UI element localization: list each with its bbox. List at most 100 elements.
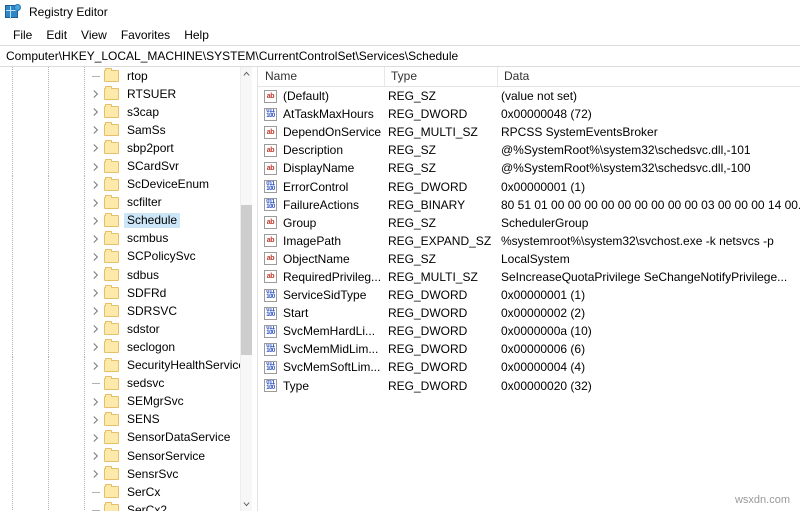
value-row[interactable]: ab Group REG_SZ SchedulerGroup <box>258 214 800 232</box>
tree-guide-line <box>84 410 85 429</box>
folder-icon <box>104 502 119 511</box>
chevron-right-icon[interactable] <box>88 85 102 103</box>
tree-guide-line <box>84 211 85 230</box>
tree-item-sbp2port[interactable]: sbp2port <box>0 139 240 158</box>
chevron-right-icon[interactable] <box>88 447 102 465</box>
chevron-right-icon[interactable] <box>88 284 102 302</box>
tree-guide-line <box>12 266 13 285</box>
tree-item-rtop[interactable]: rtop <box>0 67 240 86</box>
value-row[interactable]: 011 100 SvcMemSoftLim... REG_DWORD 0x0000000… <box>258 358 800 376</box>
chevron-right-icon[interactable] <box>88 248 102 266</box>
chevron-right-icon[interactable] <box>88 357 102 375</box>
value-row[interactable]: ab DisplayName REG_SZ @%SystemRoot%\system3… <box>258 159 800 177</box>
tree-item-rtsuer[interactable]: RTSUER <box>0 85 240 104</box>
tree-item-scardsvr[interactable]: SCardSvr <box>0 157 240 176</box>
tree-item-sercx[interactable]: SerCx <box>0 483 240 502</box>
tree-item-scmbus[interactable]: scmbus <box>0 229 240 248</box>
chevron-right-icon[interactable] <box>88 302 102 320</box>
tree-item-scdeviceenum[interactable]: ScDeviceEnum <box>0 175 240 194</box>
chevron-right-icon[interactable] <box>88 411 102 429</box>
chevron-right-icon[interactable] <box>88 176 102 194</box>
chevron-right-icon[interactable] <box>88 393 102 411</box>
chevron-right-icon[interactable] <box>88 139 102 157</box>
tree-guide-line <box>12 211 13 230</box>
tree-item-scfilter[interactable]: scfilter <box>0 193 240 212</box>
tree-item-semgrsvc[interactable]: SEMgrSvc <box>0 392 240 411</box>
scroll-up-arrow-icon[interactable] <box>241 67 252 80</box>
chevron-right-icon[interactable] <box>88 266 102 284</box>
value-row[interactable]: ab ImagePath REG_EXPAND_SZ %systemroot%\sys… <box>258 232 800 250</box>
value-row[interactable]: 011 100 FailureActions REG_BINARY 80 51 01 0… <box>258 196 800 214</box>
tree-guide-line <box>48 175 49 194</box>
chevron-right-icon[interactable] <box>88 158 102 176</box>
value-row[interactable]: 011 100 SvcMemMidLim... REG_DWORD 0x00000006… <box>258 340 800 358</box>
chevron-right-icon[interactable] <box>88 194 102 212</box>
tree-item-sdfrd[interactable]: SDFRd <box>0 284 240 303</box>
tree-item-sensordataservice[interactable]: SensorDataService <box>0 428 240 447</box>
folder-icon <box>104 357 119 372</box>
tree-item-seclogon[interactable]: seclogon <box>0 338 240 357</box>
tree-guide-line <box>84 85 85 104</box>
tree-item-sercx2[interactable]: SerCx2 <box>0 501 240 511</box>
registry-tree-pane: rtop RTSUER s3cap SamSs sbp2port SCardSvr ScDe… <box>0 67 258 511</box>
menu-help[interactable]: Help <box>177 26 216 44</box>
menu-edit[interactable]: Edit <box>39 26 74 44</box>
value-row[interactable]: ab RequiredPrivileg... REG_MULTI_SZ SeIncre… <box>258 268 800 286</box>
tree-guide-line <box>84 67 85 86</box>
tree-scrollbar[interactable] <box>240 67 252 511</box>
tree-item-sens[interactable]: SENS <box>0 410 240 429</box>
tree-guide-line <box>48 483 49 502</box>
main-split: rtop RTSUER s3cap SamSs sbp2port SCardSvr ScDe… <box>0 67 800 511</box>
chevron-right-icon[interactable] <box>88 103 102 121</box>
value-row[interactable]: ab Description REG_SZ @%SystemRoot%\system3… <box>258 141 800 159</box>
value-row[interactable]: 011 100 Type REG_DWORD 0x00000020 (32) <box>258 377 800 395</box>
tree-item-label: seclogon <box>127 339 176 354</box>
folder-icon <box>104 448 119 463</box>
tree-item-s3cap[interactable]: s3cap <box>0 103 240 122</box>
tree-item-sdrsvc[interactable]: SDRSVC <box>0 302 240 321</box>
menu-view[interactable]: View <box>74 26 114 44</box>
value-data: 0x00000002 (2) <box>501 306 586 321</box>
menu-file[interactable]: File <box>6 26 39 44</box>
chevron-right-icon[interactable] <box>88 320 102 338</box>
value-row[interactable]: ab (Default) REG_SZ (value not set) <box>258 87 800 105</box>
chevron-right-icon[interactable] <box>88 465 102 483</box>
chevron-right-icon[interactable] <box>88 212 102 230</box>
value-type: REG_DWORD <box>388 324 468 339</box>
value-row[interactable]: ab ObjectName REG_SZ LocalSystem <box>258 250 800 268</box>
column-header-name[interactable]: Name <box>258 69 297 83</box>
folder-icon <box>104 86 119 101</box>
value-row[interactable]: 011 100 Start REG_DWORD 0x00000002 (2) <box>258 304 800 322</box>
value-row[interactable]: 011 100 AtTaskMaxHours REG_DWORD 0x00000048 … <box>258 105 800 123</box>
menu-favorites[interactable]: Favorites <box>114 26 177 44</box>
tree-guide-line <box>12 446 13 466</box>
tree-item-sdstor[interactable]: sdstor <box>0 320 240 339</box>
dword-value-icon: 011 100 <box>264 180 277 194</box>
tree-item-schedule[interactable]: Schedule <box>0 211 240 230</box>
tree-item-securityhealthservice[interactable]: SecurityHealthService <box>0 356 240 375</box>
tree-item-scpolicysvc[interactable]: SCPolicySvc <box>0 247 240 267</box>
value-row[interactable]: ab DependOnService REG_MULTI_SZ RPCSS Syste… <box>258 123 800 141</box>
value-row[interactable]: 011 100 ServiceSidType REG_DWORD 0x00000001 … <box>258 286 800 304</box>
chevron-right-icon[interactable] <box>88 429 102 447</box>
registry-tree[interactable]: rtop RTSUER s3cap SamSs sbp2port SCardSvr ScDe… <box>0 67 240 511</box>
scroll-down-arrow-icon[interactable] <box>241 498 252 511</box>
tree-item-sdbus[interactable]: sdbus <box>0 266 240 285</box>
column-header-type[interactable]: Type <box>384 69 417 83</box>
values-list[interactable]: ab (Default) REG_SZ (value not set) 011 100 At… <box>258 87 800 395</box>
value-name: (Default) <box>283 89 330 104</box>
value-row[interactable]: 011 100 ErrorControl REG_DWORD 0x00000001 (1… <box>258 177 800 195</box>
tree-item-sensorservice[interactable]: SensorService <box>0 446 240 466</box>
chevron-right-icon[interactable] <box>88 230 102 248</box>
column-header-data[interactable]: Data <box>497 69 529 83</box>
chevron-right-icon[interactable] <box>88 338 102 356</box>
value-row[interactable]: 011 100 SvcMemHardLi... REG_DWORD 0x0000000a… <box>258 322 800 340</box>
tree-item-label: SDFRd <box>127 285 167 300</box>
tree-item-samss[interactable]: SamSs <box>0 121 240 140</box>
tree-scrollbar-thumb[interactable] <box>241 205 252 355</box>
address-bar[interactable]: Computer\HKEY_LOCAL_MACHINE\SYSTEM\Curre… <box>0 45 800 67</box>
chevron-right-icon[interactable] <box>88 121 102 139</box>
tree-item-sensrsvc[interactable]: SensrSvc <box>0 465 240 484</box>
tree-guide-line <box>84 320 85 339</box>
tree-item-sedsvc[interactable]: sedsvc <box>0 374 240 393</box>
